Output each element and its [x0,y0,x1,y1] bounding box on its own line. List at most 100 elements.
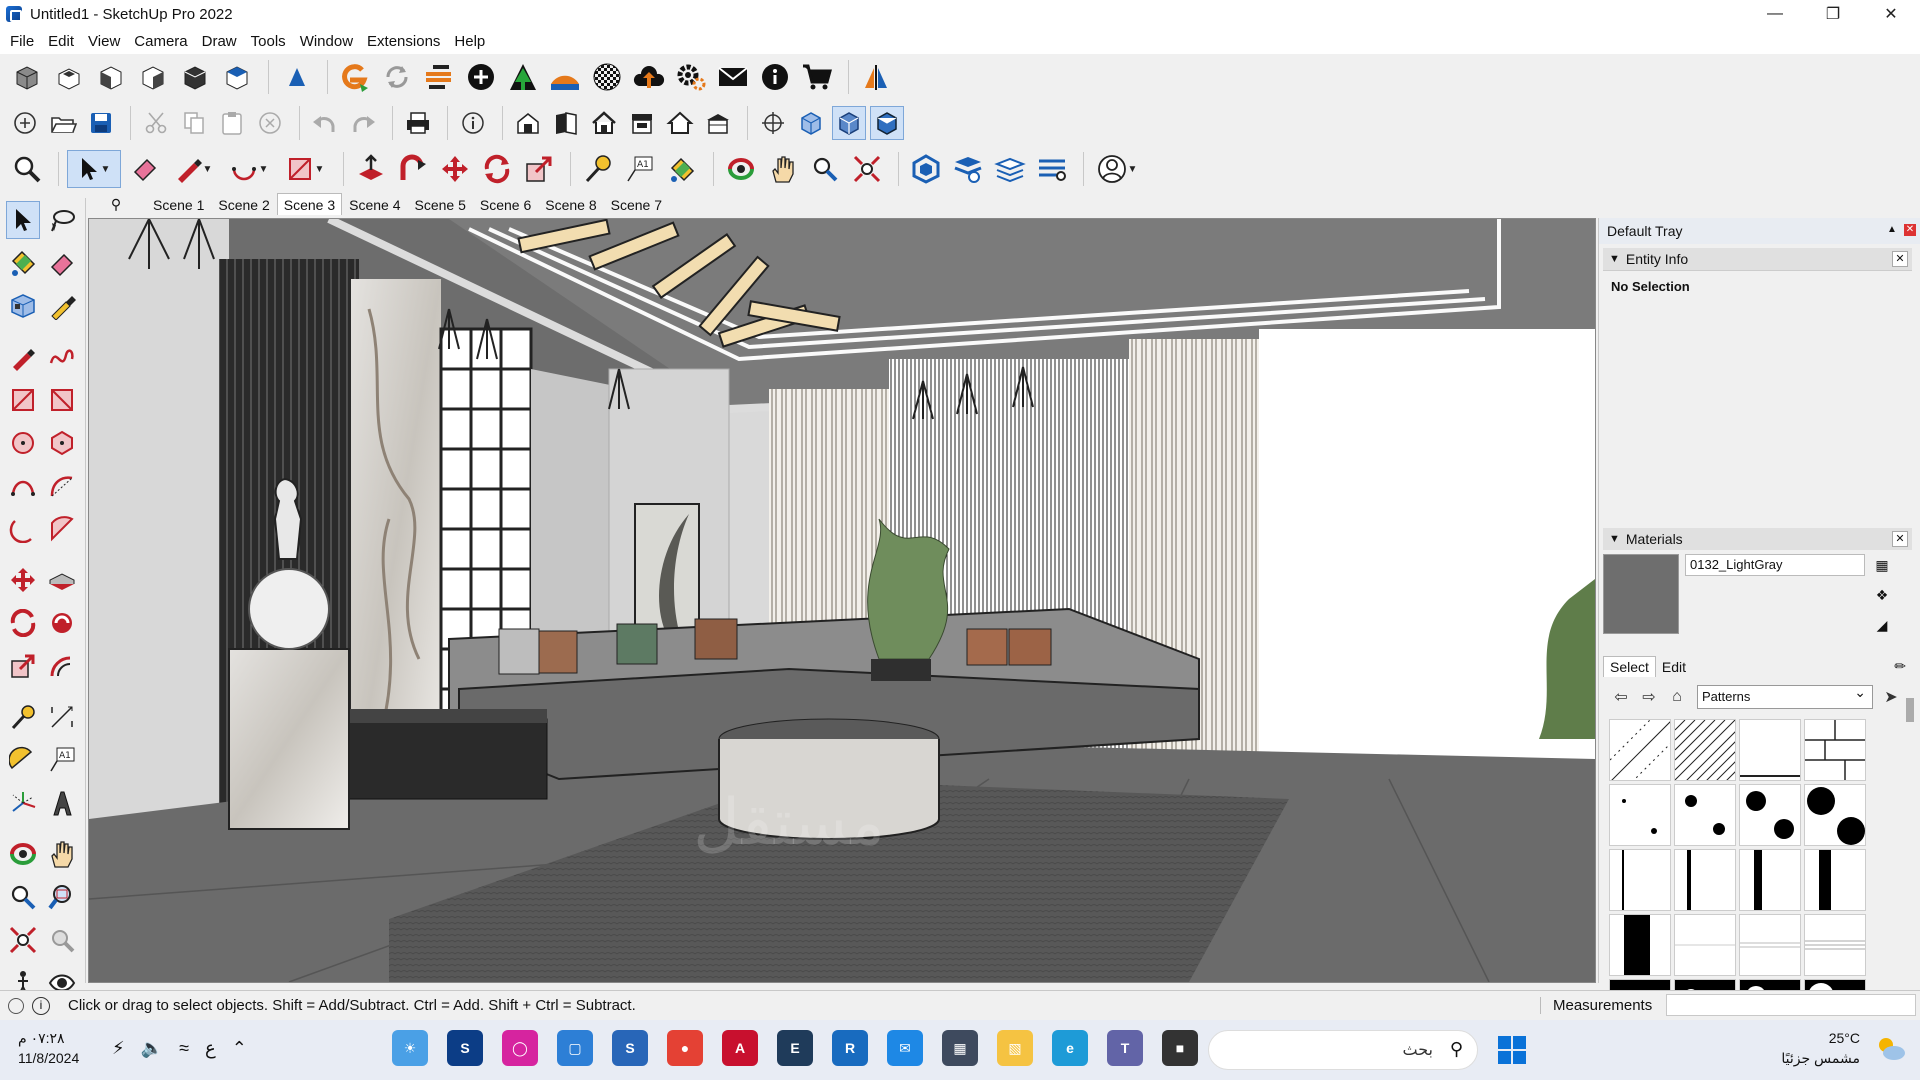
terminal-app-icon[interactable]: ■ [1162,1030,1198,1066]
palette-select-button[interactable] [6,200,40,239]
layers-settings-button[interactable] [1033,150,1071,188]
push-pull-button[interactable] [352,150,390,188]
3d-warehouse-button[interactable] [511,106,545,140]
palette-rotated-rect-button[interactable] [46,381,80,419]
warehouse-tool-button[interactable] [907,150,945,188]
materials-header[interactable]: ▼ Materials ✕ [1603,528,1912,550]
minimize-button[interactable]: — [1746,0,1804,28]
palette-scale-button[interactable] [6,647,40,685]
paste-button[interactable] [215,106,249,140]
email-button[interactable] [714,58,752,96]
tab-edit[interactable]: Edit [1656,657,1692,677]
zoom-tool-button[interactable] [806,150,844,188]
chevron-down-icon[interactable]: ▼ [101,164,111,175]
palette-polygon-button[interactable] [46,424,80,462]
chevron-down-icon[interactable]: ▼ [203,164,213,175]
chrome-app-icon[interactable]: ● [667,1030,703,1066]
mail-app-icon[interactable]: ✉ [887,1030,923,1066]
extension-warehouse-button[interactable] [336,58,374,96]
arc-tool-button[interactable]: ▼ [223,150,275,188]
sample-paint-icon[interactable]: ✏ [1888,656,1912,677]
material-tile[interactable] [1609,849,1671,911]
palette-component-button[interactable] [6,287,40,325]
extension-manager-button[interactable] [949,150,987,188]
palette-pushpull-button[interactable] [46,561,80,599]
scene-tab[interactable]: Scene 4 [342,193,407,215]
pin-icon[interactable]: ▲ [1886,224,1898,236]
save-button[interactable] [84,106,118,140]
material-name-field[interactable]: 0132_LightGray [1685,554,1865,576]
menu-file[interactable]: File [4,33,40,50]
model-viewport[interactable]: مستقل [88,218,1596,983]
follow-me-button[interactable] [394,150,432,188]
print-button[interactable] [401,106,435,140]
refresh-button[interactable] [378,58,416,96]
window-app-icon[interactable]: ▢ [557,1030,593,1066]
top-view-button[interactable] [50,58,88,96]
undo-button[interactable] [308,106,342,140]
material-tile[interactable] [1674,719,1736,781]
material-tile[interactable] [1739,784,1801,846]
start-button[interactable] [1498,1036,1526,1064]
open-button[interactable] [46,106,80,140]
shop-button[interactable] [798,58,836,96]
battery-icon[interactable]: ⚡ [112,1038,125,1059]
menu-extensions[interactable]: Extensions [361,33,446,50]
material-tile[interactable] [1804,784,1866,846]
palette-axes-button[interactable] [6,784,40,822]
palette-lasso-button[interactable] [46,201,79,239]
menu-edit[interactable]: Edit [42,33,80,50]
chevron-down-icon[interactable]: ▼ [1128,164,1138,175]
text-tool-button[interactable]: A1 [621,150,659,188]
clock[interactable]: ٠٧:٢٨ م 11/8/2024 [18,1028,79,1068]
maximize-button[interactable]: ❐ [1804,0,1862,28]
roof-extension-button[interactable] [546,58,584,96]
material-tile[interactable] [1739,914,1801,976]
import-export-button[interactable] [420,58,458,96]
tree-extension-button[interactable] [504,58,542,96]
palette-previous-view-button[interactable] [46,921,80,959]
revit-app-icon[interactable]: R [832,1030,868,1066]
material-tile[interactable] [1674,914,1736,976]
taskbar-search[interactable]: بحث ⚲ [1208,1030,1478,1070]
textured-style-button[interactable] [870,106,904,140]
instagram-app-icon[interactable]: ◯ [502,1030,538,1066]
layers-export-button[interactable] [991,150,1029,188]
rectangle-tool-button[interactable]: ▼ [279,150,331,188]
xray-style-button[interactable] [794,106,828,140]
details-arrow-icon[interactable]: ➤ [1879,685,1903,709]
move-tool-button[interactable] [436,150,474,188]
back-view-button[interactable] [176,58,214,96]
palette-dimension-button[interactable] [46,698,80,736]
material-swatch[interactable] [1603,554,1679,634]
material-tile[interactable] [1609,914,1671,976]
tape-measure-button[interactable] [579,150,617,188]
shaded-style-button[interactable] [832,106,866,140]
scene-tab[interactable]: Scene 8 [538,193,603,215]
model-info-button[interactable] [456,106,490,140]
scene-tab[interactable]: Scene 2 [211,193,276,215]
palette-2pt-arc-button[interactable] [46,467,80,505]
front-view-button[interactable] [92,58,130,96]
redo-button[interactable] [346,106,380,140]
palette-offset-button[interactable] [46,647,80,685]
material-tile[interactable] [1739,849,1801,911]
store-app-icon[interactable]: ▦ [942,1030,978,1066]
close-icon[interactable]: ✕ [1904,224,1916,236]
back-arrow-icon[interactable]: ⇦ [1609,685,1633,709]
palette-rotate-button[interactable] [6,604,40,642]
menu-help[interactable]: Help [448,33,491,50]
shelter-button[interactable] [701,106,735,140]
sketchup-app-icon[interactable]: S [447,1030,483,1066]
palette-eraser-button[interactable] [46,244,80,282]
palette-freehand-button[interactable] [46,338,80,376]
palette-followme-button[interactable] [46,604,80,642]
palette-move-button[interactable] [6,561,40,599]
edu-app-icon[interactable]: E [777,1030,813,1066]
palette-zoom-button[interactable] [6,878,40,916]
axes-button[interactable] [756,106,790,140]
palette-protractor-button[interactable] [6,741,40,779]
palette-text-button[interactable]: A1 [46,741,80,779]
sketchup-viewer-app-icon[interactable]: S [612,1030,648,1066]
close-icon[interactable]: ✕ [1892,531,1908,547]
